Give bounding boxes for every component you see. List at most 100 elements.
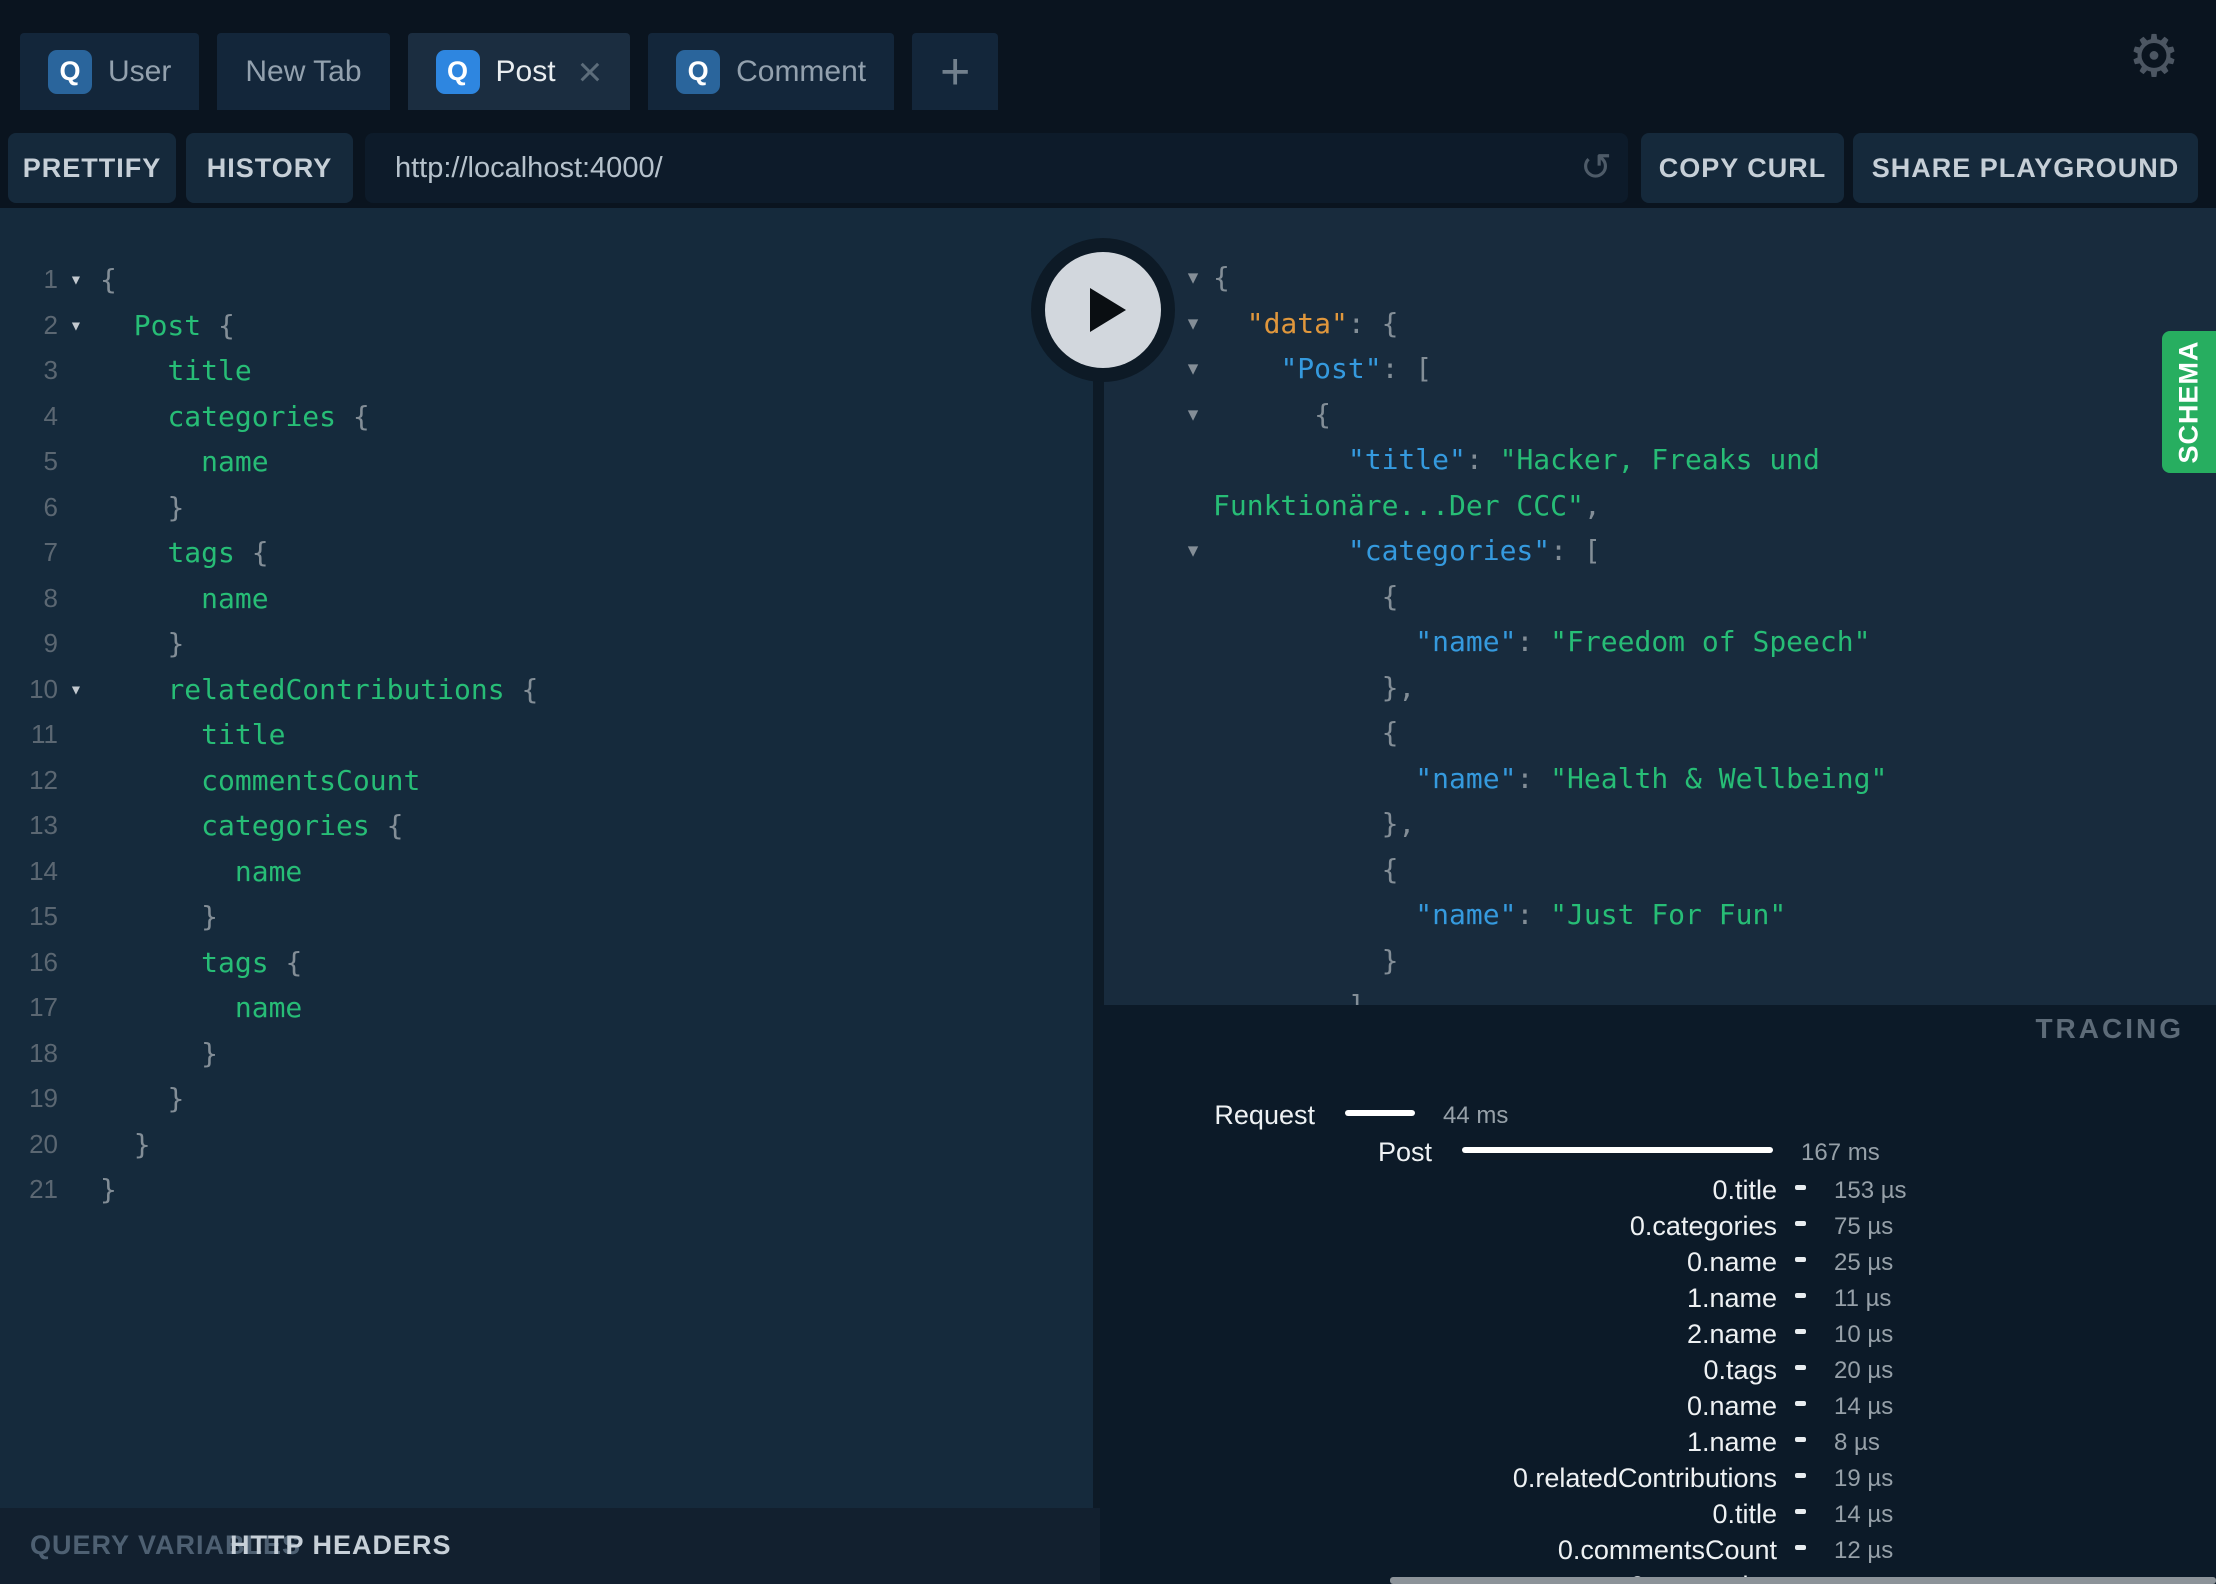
editor-line: 11 title: [0, 712, 1100, 758]
tracing-resolver-label: 0.commentsCount: [1557, 1535, 1777, 1565]
fold-arrow-icon[interactable]: ▾: [58, 667, 94, 713]
tab-user[interactable]: Q User: [20, 33, 200, 110]
tab-label: New Tab: [245, 54, 362, 88]
code-line-text: categories {: [167, 399, 370, 433]
tab-strip: Q User New Tab Q Post × Q Comment +: [20, 33, 999, 110]
editor-line: 18 }: [0, 1031, 1100, 1077]
line-number: 5: [43, 446, 58, 476]
code-line-text: }: [1381, 943, 1399, 977]
editor-line: 7 tags {: [0, 530, 1100, 576]
editor-line: 4 categories {: [0, 394, 1100, 440]
tracing-resolver-label: Request: [1214, 1100, 1315, 1130]
tracing-duration-tick: [1795, 1257, 1806, 1262]
line-number: 10: [29, 673, 58, 704]
query-code: 1 ▾{2 ▾ Post {3 title 4 categories {5 name 6…: [0, 208, 1100, 1213]
execute-button[interactable]: [1031, 238, 1175, 382]
tracing-duration-value: 44 ms: [1443, 1101, 1509, 1129]
share-playground-button[interactable]: SHARE PLAYGROUND: [1853, 133, 2198, 203]
tracing-resolver-label: 1.name: [1686, 1427, 1777, 1457]
code-line-text: commentsCount: [201, 763, 421, 797]
fold-arrow-icon[interactable]: ▾: [1180, 346, 1206, 392]
code-line-text: {: [1213, 261, 1230, 294]
horizontal-scrollbar[interactable]: [1390, 1577, 2216, 1584]
line-number: 19: [29, 1083, 58, 1113]
line-number: 18: [29, 1037, 58, 1068]
query-badge-icon: Q: [435, 49, 480, 94]
execute-button-circle: [1045, 252, 1161, 368]
code-line-text: }: [167, 627, 185, 660]
tracing-resolver-label: 0.name: [1686, 1247, 1777, 1277]
tracing-duration-value: 19 µs: [1834, 1464, 1894, 1492]
tracing-duration-tick: [1795, 1221, 1806, 1226]
fold-arrow-icon[interactable]: ▾: [1180, 255, 1206, 301]
fold-arrow-icon[interactable]: ▾: [58, 257, 94, 303]
prettify-button[interactable]: PRETTIFY: [8, 133, 176, 203]
fold-gutter: [58, 1076, 94, 1122]
response-line: "name": "Just For Fun": [1100, 892, 2216, 938]
endpoint-url-input[interactable]: [395, 133, 1515, 203]
line-number: 20: [29, 1128, 58, 1159]
query-editor[interactable]: 1 ▾{2 ▾ Post {3 title 4 categories {5 name 6…: [0, 208, 1100, 1508]
tracing-duration-value: 14 µs: [1834, 1392, 1894, 1420]
fold-arrow-icon[interactable]: ▾: [58, 303, 94, 349]
fold-gutter: [58, 348, 94, 394]
fold-gutter: [58, 530, 94, 576]
tab-comment[interactable]: Q Comment: [648, 33, 895, 110]
close-tab-icon[interactable]: ×: [578, 50, 603, 93]
tracing-duration-value: 153 µs: [1834, 1176, 1907, 1204]
code-line-text: "Post": [: [1280, 352, 1433, 385]
fold-arrow-icon[interactable]: ▾: [1180, 392, 1206, 438]
fold-gutter: [58, 1122, 94, 1168]
response-line: ▾ "categories": [: [1100, 528, 2216, 574]
tracing-duration-value: 75 µs: [1834, 1212, 1894, 1240]
code-line-text: {: [1381, 852, 1399, 886]
tracing-resolver-label: 0.categories: [1629, 1211, 1777, 1241]
tab-new-tab[interactable]: New Tab: [217, 33, 390, 110]
tracing-title: TRACING: [2035, 1013, 2184, 1044]
schema-tab[interactable]: SCHEMA: [2162, 331, 2216, 473]
tracing-duration-value: 12 µs: [1834, 1536, 1894, 1564]
fold-arrow-icon[interactable]: ▾: [1180, 528, 1206, 574]
toolbar: PRETTIFY HISTORY ↺ COPY CURL SHARE PLAYG…: [0, 110, 2216, 208]
tracing-duration-tick: [1795, 1545, 1806, 1550]
tracing-duration-tick: [1795, 1365, 1806, 1370]
tab-label: User: [108, 54, 172, 88]
response-line: "title": "Hacker, Freaks und: [1100, 437, 2216, 483]
tab-post[interactable]: Q Post ×: [407, 33, 631, 110]
code-line-text: "name": "Health & Wellbeing": [1415, 761, 1888, 795]
tracing-duration-value: 14 µs: [1834, 1500, 1894, 1528]
settings-gear-icon[interactable]: ⚙: [2122, 18, 2186, 94]
fold-arrow-icon[interactable]: ▾: [1180, 301, 1206, 347]
code-line-text: title: [167, 354, 252, 387]
code-line-text: name: [201, 445, 269, 478]
editor-footer-bar: QUERY VARIABLES HTTP HEADERS: [0, 1508, 1100, 1584]
editor-line: 19 }: [0, 1076, 1100, 1122]
code-line-text: title: [201, 718, 286, 751]
copy-curl-button[interactable]: COPY CURL: [1641, 133, 1844, 203]
code-line-text: "name": "Just For Fun": [1415, 898, 1787, 931]
reload-schema-icon[interactable]: ↺: [1580, 145, 1612, 190]
tracing-resolver-label: 2.name: [1686, 1319, 1777, 1349]
fold-gutter: [58, 576, 94, 622]
line-number: 21: [29, 1174, 58, 1204]
tab-label: Post: [495, 54, 556, 88]
response-json: ▾{▾ "data": {▾ "Post": [▾ { "title": "Ha…: [1100, 208, 2216, 1005]
tracing-duration-tick: [1795, 1509, 1806, 1514]
fold-gutter: [58, 985, 94, 1031]
fold-gutter: [58, 1031, 94, 1077]
tracing-resolver-label: 0.relatedContributions: [1512, 1463, 1777, 1493]
http-headers-tab[interactable]: HTTP HEADERS: [230, 1530, 452, 1561]
editor-line: 9 }: [0, 621, 1100, 667]
tracing-duration-value: 11 µs: [1834, 1284, 1892, 1312]
code-line-text: {: [100, 263, 117, 296]
line-number: 1: [43, 264, 58, 294]
code-line-text: {: [1381, 579, 1399, 613]
play-icon: [1090, 288, 1126, 332]
new-tab-button[interactable]: +: [912, 33, 999, 110]
fold-gutter: [58, 758, 94, 804]
history-button[interactable]: HISTORY: [186, 133, 353, 203]
response-line: ▾ "Post": [: [1100, 346, 2216, 392]
line-number: 16: [29, 946, 58, 977]
code-line-text: },: [1381, 807, 1416, 840]
fold-gutter: [58, 803, 94, 849]
